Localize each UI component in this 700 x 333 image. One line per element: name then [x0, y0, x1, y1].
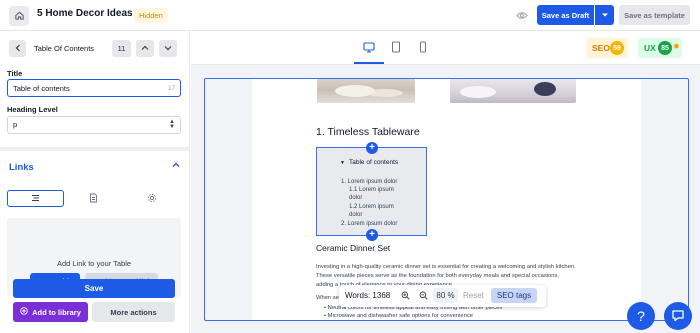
- toc-item[interactable]: dolor: [349, 194, 362, 202]
- tableware-photo-right: [450, 79, 576, 103]
- mobile-icon: [419, 41, 427, 55]
- toc-item[interactable]: 1. Lorem ipsum dolor: [341, 178, 397, 186]
- save-options-dropdown[interactable]: [595, 5, 614, 25]
- list-icon: [31, 194, 40, 204]
- heading-level-value: p: [13, 120, 18, 129]
- zoom-out-button[interactable]: [416, 289, 430, 303]
- block-title: Table Of Contents: [34, 44, 95, 53]
- block-nav: Table Of Contents 11: [0, 31, 190, 64]
- status-badge: Hidden: [134, 8, 168, 23]
- more-actions-button[interactable]: More actions: [92, 302, 175, 322]
- word-count: Words: 1368: [345, 291, 391, 300]
- tablet-view-button[interactable]: [385, 37, 407, 59]
- move-down-button[interactable]: [159, 40, 177, 57]
- move-up-button[interactable]: [136, 40, 154, 57]
- seo-tags-button[interactable]: SEO tags: [491, 288, 537, 303]
- eye-icon: [516, 11, 528, 22]
- preview-button[interactable]: [514, 8, 530, 24]
- add-to-library-label: Add to library: [32, 307, 81, 317]
- title-label: Title: [7, 69, 23, 78]
- select-arrows-icon: ▲ ▼: [169, 119, 175, 130]
- zoom-out-icon: [419, 291, 428, 302]
- chat-button[interactable]: [664, 302, 692, 330]
- home-button[interactable]: [9, 6, 29, 26]
- links-collapse-toggle[interactable]: [170, 159, 182, 171]
- home-icon: [14, 10, 25, 23]
- tab-list[interactable]: [7, 190, 64, 207]
- links-section-title: Links: [9, 162, 34, 173]
- top-bar: 5 Home Decor Ideas Hidden Save as Draft …: [0, 0, 700, 31]
- save-button[interactable]: Save: [13, 279, 175, 298]
- zoom-in-button[interactable]: [398, 289, 412, 303]
- desktop-view-button[interactable]: [358, 37, 380, 59]
- save-as-draft-button[interactable]: Save as Draft: [537, 5, 594, 25]
- title-input[interactable]: [7, 79, 181, 97]
- tablet-icon: [391, 41, 401, 55]
- section-heading[interactable]: 1. Timeless Tableware: [316, 126, 420, 138]
- subsection-heading[interactable]: Ceramic Dinner Set: [316, 243, 390, 253]
- help-button[interactable]: ?: [627, 302, 655, 330]
- links-tabbar: [7, 190, 181, 207]
- stats-toolbar: Words: 1368 80 % Reset SEO tags: [339, 285, 546, 307]
- bullet-text: Microwave and dishwasher safe options fo…: [327, 313, 473, 319]
- toc-item[interactable]: 1.1 Lorem ipsum: [349, 186, 394, 194]
- add-block-above-button[interactable]: +: [366, 142, 378, 154]
- chevron-up-icon: [141, 44, 149, 53]
- bullet-item[interactable]: • Microwave and dishwasher safe options …: [324, 313, 473, 319]
- add-link-text: Add Link to your Table: [56, 259, 132, 268]
- tab-settings[interactable]: [123, 190, 180, 207]
- chevron-up-icon: [172, 161, 180, 170]
- heading-level-label: Heading Level: [7, 105, 58, 114]
- chevron-down-icon: [601, 11, 609, 20]
- ux-score-badge[interactable]: UX 85 ✸: [638, 38, 682, 58]
- reset-zoom-button[interactable]: Reset: [463, 291, 484, 300]
- body-paragraph-2[interactable]: When sel: [316, 295, 340, 301]
- chevron-left-icon: [15, 44, 21, 54]
- editor-main: SEO 59 UX 85 ✸ 1. Timeless Tableware ▼ T…: [191, 31, 700, 333]
- chevron-down-icon: [164, 44, 172, 53]
- tab-style[interactable]: [65, 190, 122, 207]
- gear-icon: [147, 193, 157, 205]
- save-as-template-button[interactable]: Save as template: [619, 5, 690, 25]
- page-title: 5 Home Decor Ideas: [37, 8, 133, 19]
- zoom-in-icon: [401, 291, 410, 302]
- add-block-below-button[interactable]: +: [366, 229, 378, 241]
- zoom-level: 80 %: [433, 288, 458, 303]
- section-divider: [0, 147, 190, 151]
- toc-item[interactable]: 2. Lorem ipsum dolor: [341, 220, 397, 228]
- title-char-count: 17: [168, 85, 176, 92]
- tableware-photo-left: [317, 79, 415, 103]
- table-of-contents-block[interactable]: ▼ Table of contents 1. Lorem ipsum dolor…: [316, 147, 427, 236]
- plus-circle-icon: [20, 307, 28, 317]
- heading-level-select[interactable]: p ▲ ▼: [7, 116, 181, 134]
- toc-item[interactable]: 1.2 Lorem ipsum: [349, 203, 394, 211]
- active-device-indicator: [354, 62, 384, 64]
- desktop-icon: [363, 41, 375, 55]
- block-count[interactable]: 11: [112, 40, 131, 57]
- sparkle-icon: ✸: [673, 42, 680, 51]
- seo-score: 59: [610, 41, 624, 55]
- seo-label: SEO: [592, 43, 610, 53]
- back-button[interactable]: [9, 40, 26, 57]
- toc-collapse-icon[interactable]: ▼: [340, 160, 345, 166]
- seo-score-badge[interactable]: SEO 59: [586, 38, 628, 58]
- ux-score: 85: [658, 41, 672, 55]
- device-toolbar: SEO 59 UX 85 ✸: [191, 31, 700, 65]
- ux-label: UX: [644, 43, 656, 53]
- mobile-view-button[interactable]: [412, 37, 434, 59]
- add-to-library-button[interactable]: Add to library: [13, 302, 88, 322]
- book-icon: [89, 193, 98, 205]
- toc-item[interactable]: dolor: [349, 211, 362, 219]
- chat-icon: [671, 309, 685, 324]
- settings-sidebar: Table Of Contents 11 Title 17 Heading Le…: [0, 31, 190, 333]
- toc-title: Table of contents: [349, 159, 399, 166]
